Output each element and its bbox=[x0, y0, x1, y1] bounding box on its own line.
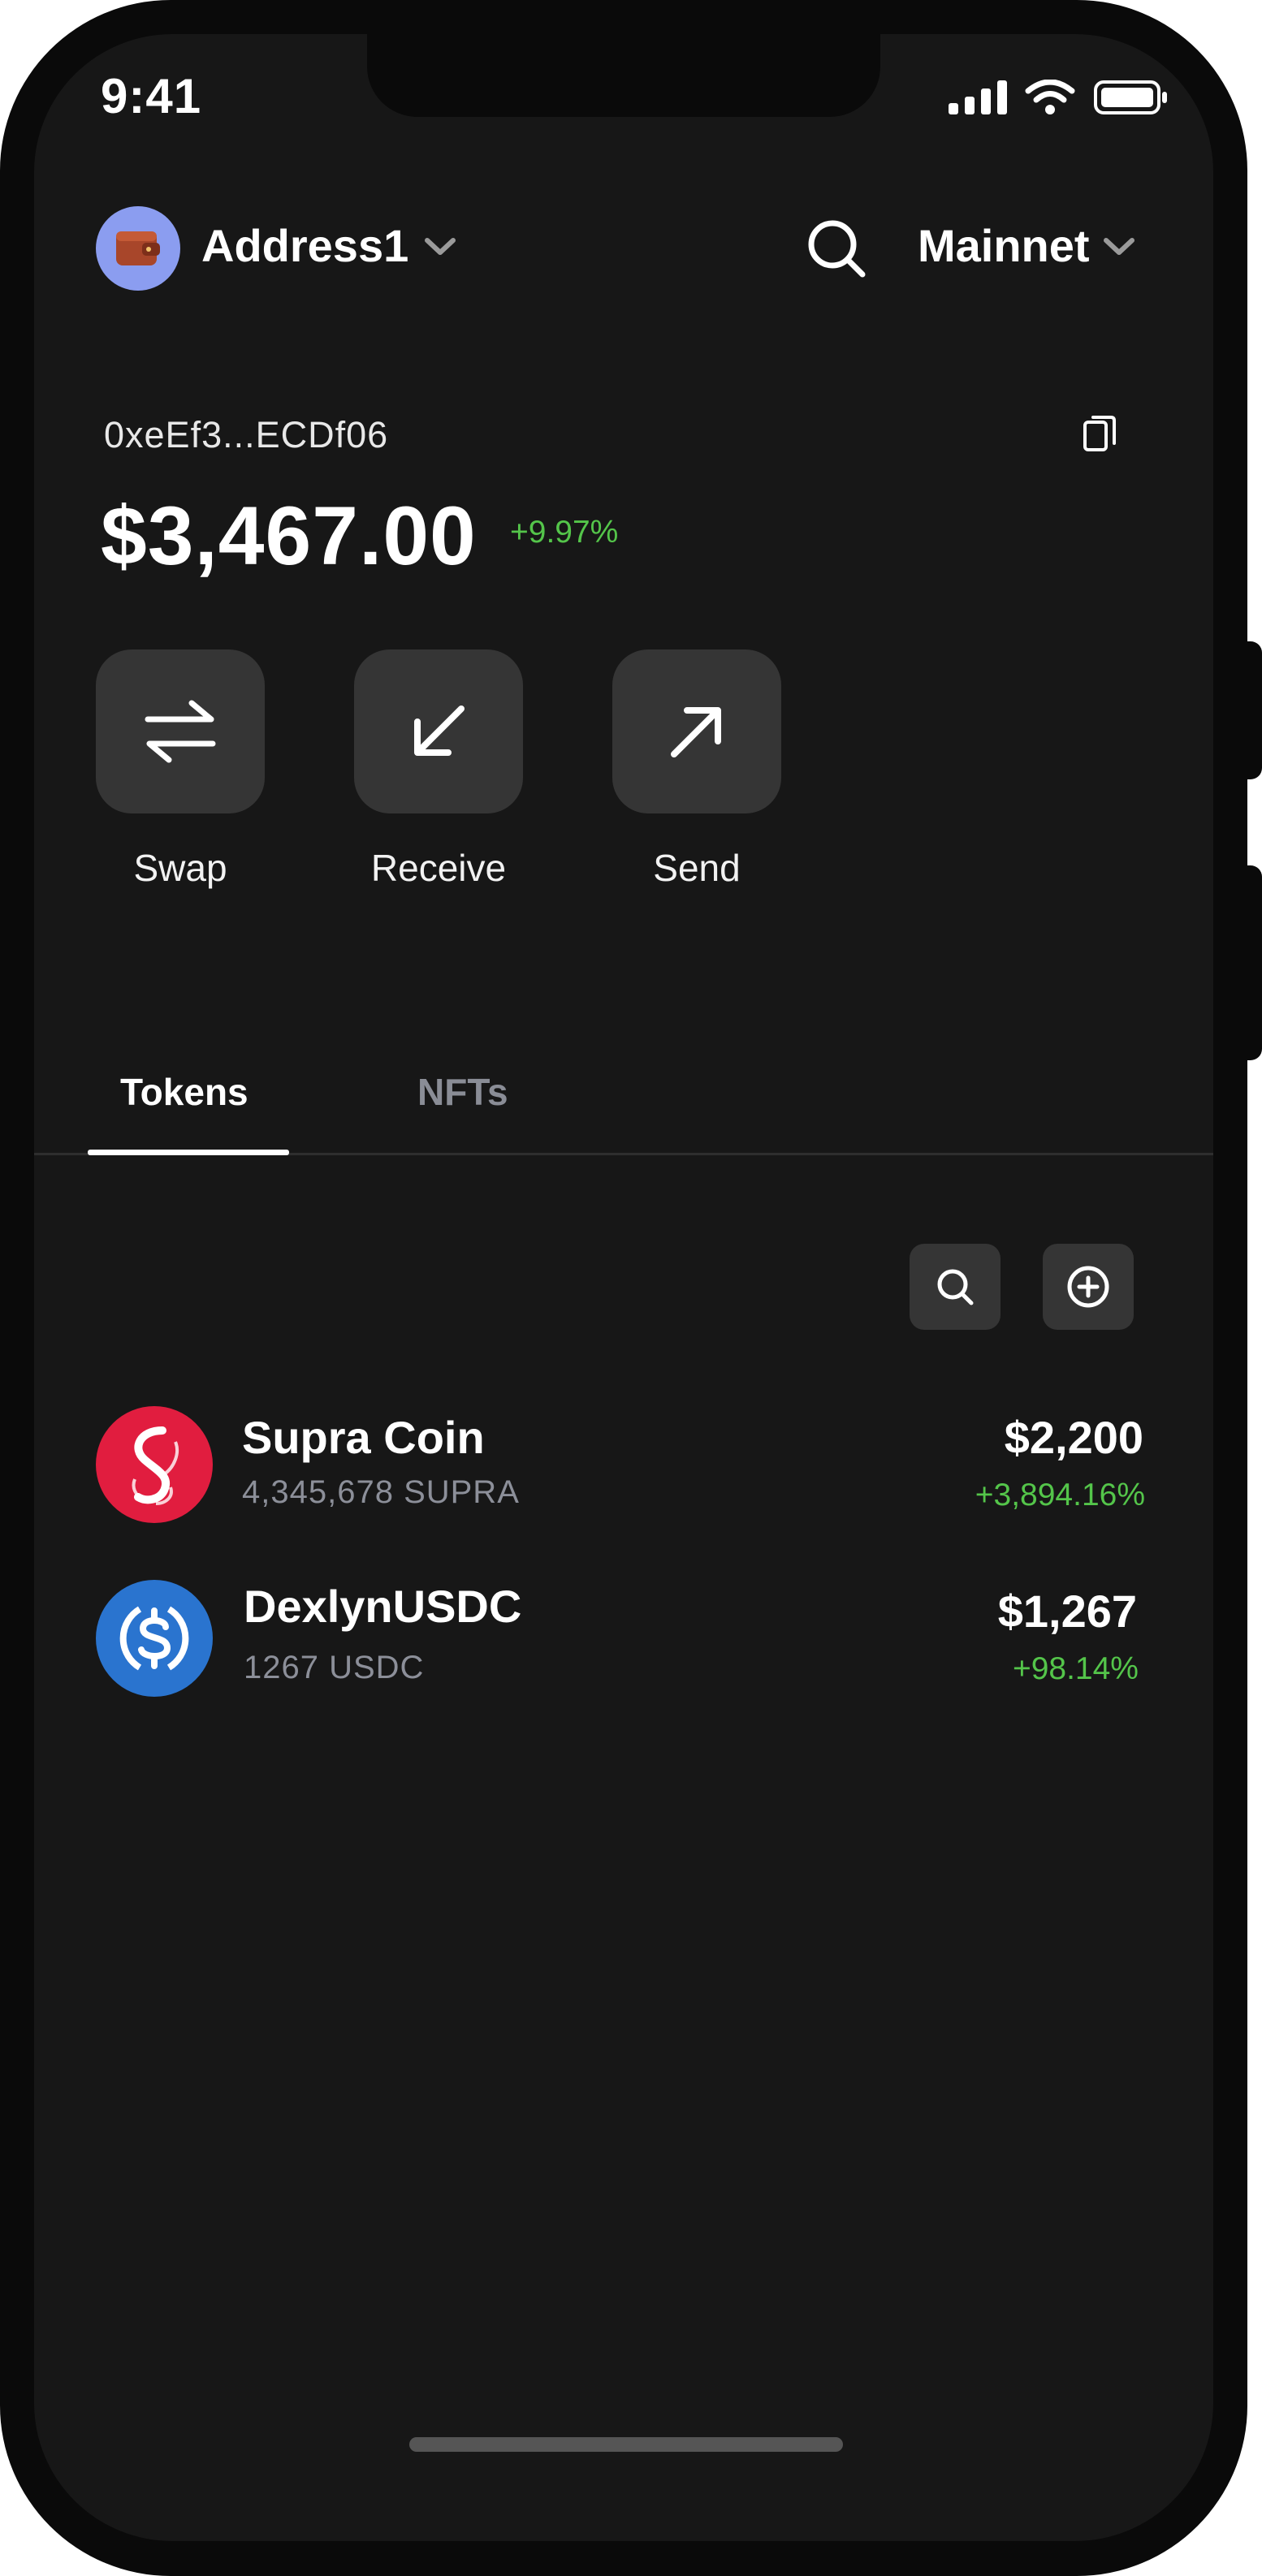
wallet-address: 0xeEf3...ECDf06 bbox=[104, 414, 389, 455]
swap-arrows-icon bbox=[145, 700, 216, 763]
swap-label: Swap bbox=[133, 847, 227, 889]
active-tab-indicator bbox=[88, 1150, 289, 1155]
token-search-button[interactable] bbox=[910, 1244, 1001, 1330]
battery-icon bbox=[1094, 80, 1167, 114]
network-selector[interactable]: Mainnet bbox=[918, 219, 1090, 272]
account-name[interactable]: Address1 bbox=[201, 219, 408, 272]
receive-button[interactable] bbox=[354, 649, 523, 813]
search-icon[interactable] bbox=[806, 218, 867, 279]
plus-circle-icon bbox=[1067, 1266, 1109, 1308]
copy-icon[interactable] bbox=[1082, 412, 1119, 455]
swap-button[interactable] bbox=[96, 649, 265, 813]
status-icons bbox=[949, 80, 1168, 115]
token-value: $2,200 bbox=[1004, 1412, 1143, 1463]
token-name: DexlynUSDC bbox=[244, 1581, 522, 1632]
balance-change: +9.97% bbox=[510, 515, 619, 550]
phone-frame: 9:41 Address1 Mainnet 0xeEf3...ECDf06 $3… bbox=[0, 0, 1262, 2576]
account-avatar[interactable] bbox=[96, 206, 180, 291]
token-value: $1,267 bbox=[997, 1586, 1137, 1637]
receive-label: Receive bbox=[370, 847, 507, 889]
tab-tokens[interactable]: Tokens bbox=[120, 1070, 249, 1114]
token-change: +98.14% bbox=[1012, 1651, 1139, 1686]
tab-nfts[interactable]: NFTs bbox=[417, 1070, 508, 1114]
notch bbox=[367, 34, 880, 117]
token-name: Supra Coin bbox=[242, 1412, 485, 1463]
arrow-up-right-icon bbox=[671, 707, 721, 757]
add-token-button[interactable] bbox=[1043, 1244, 1134, 1330]
usdc-logo bbox=[96, 1580, 213, 1697]
total-balance: $3,467.00 bbox=[101, 490, 477, 582]
volume-down-button bbox=[1241, 865, 1262, 1060]
wallet-icon bbox=[116, 231, 160, 265]
app-screen: 9:41 Address1 Mainnet 0xeEf3...ECDf06 $3… bbox=[34, 34, 1213, 2541]
token-amount: 4,345,678 SUPRA bbox=[242, 1474, 520, 1510]
home-indicator[interactable] bbox=[409, 2437, 843, 2452]
send-label: Send bbox=[653, 847, 741, 889]
search-icon bbox=[937, 1269, 974, 1305]
supra-coin-logo bbox=[96, 1406, 213, 1523]
status-time: 9:41 bbox=[101, 69, 202, 123]
arrow-down-left-icon bbox=[414, 705, 465, 756]
volume-up-button bbox=[1241, 641, 1262, 779]
token-change: +3,894.16% bbox=[975, 1478, 1145, 1512]
network-chevron-down-icon[interactable] bbox=[1101, 235, 1137, 258]
cellular-signal-icon bbox=[949, 80, 1007, 114]
send-button[interactable] bbox=[612, 649, 781, 813]
account-chevron-down-icon[interactable] bbox=[422, 235, 458, 258]
token-amount: 1267 USDC bbox=[244, 1650, 425, 1685]
wifi-icon bbox=[1025, 80, 1075, 114]
